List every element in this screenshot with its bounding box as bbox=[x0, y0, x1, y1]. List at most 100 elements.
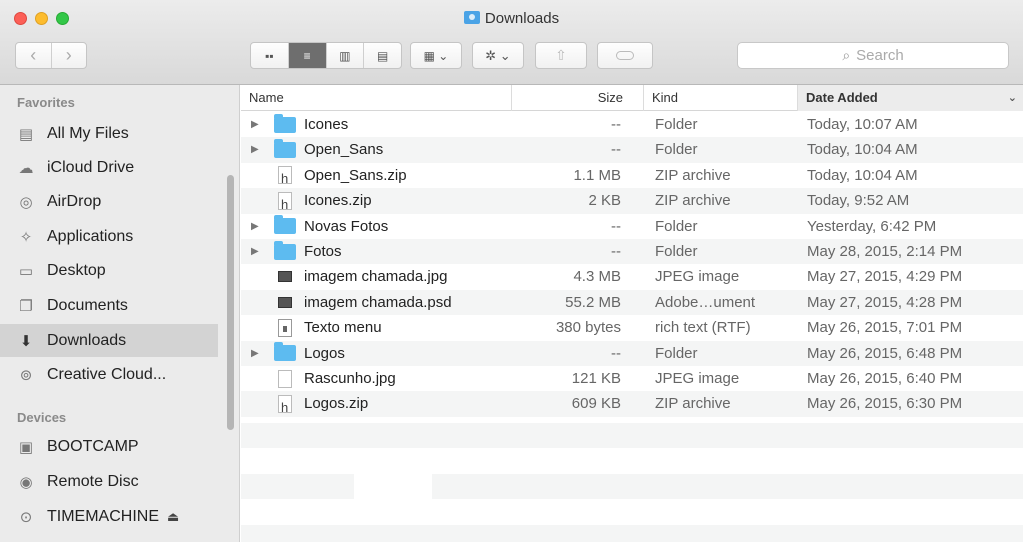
sidebar-item-label: All My Files bbox=[47, 124, 129, 142]
disclosure-triangle-icon bbox=[251, 188, 263, 213]
column-header-date-label: Date Added bbox=[806, 90, 878, 105]
disclosure-triangle-icon[interactable]: ▶ bbox=[251, 214, 263, 239]
sidebar-item-remote-disc[interactable]: ◉ Remote Disc bbox=[0, 465, 218, 498]
file-date-added: Today, 10:07 AM bbox=[807, 116, 918, 133]
file-size: -- bbox=[611, 141, 621, 159]
search-field[interactable]: ⌕ Search bbox=[737, 42, 1009, 69]
image-file-icon-shape bbox=[278, 271, 292, 283]
file-row[interactable]: Open_Sans.zip 1.1 MB ZIP archive Today, 10:… bbox=[241, 163, 1023, 191]
file-size: -- bbox=[611, 344, 621, 362]
folder-icon-shape bbox=[274, 138, 296, 158]
file-kind: JPEG image bbox=[655, 268, 740, 286]
file-kind: Folder bbox=[655, 116, 698, 133]
document-icon bbox=[274, 366, 298, 391]
file-size: -- bbox=[611, 243, 621, 260]
file-row[interactable]: imagem chamada.psd 55.2 MB Adobe…ument May … bbox=[241, 289, 1023, 316]
sidebar-item-label: AirDrop bbox=[47, 192, 102, 210]
sidebar-item-label: BOOTCAMP bbox=[47, 437, 139, 455]
file-kind: ZIP archive bbox=[655, 395, 731, 413]
back-button[interactable]: ‹ bbox=[16, 43, 51, 68]
file-name: Icones.zip bbox=[304, 192, 372, 210]
file-row[interactable]: imagem chamada.jpg 4.3 MB JPEG image May 27… bbox=[241, 264, 1023, 289]
sidebar: Favorites ▤ All My Files ☁ iCloud Drive … bbox=[0, 85, 240, 542]
disclosure-triangle-icon[interactable]: ▶ bbox=[251, 341, 263, 366]
file-row[interactable]: Icones.zip 2 KB ZIP archive Today, 9:52 AM bbox=[241, 188, 1023, 217]
sidebar-item-label: Documents bbox=[47, 296, 128, 314]
action-gear-button[interactable]: ✲ ⌄ bbox=[472, 42, 524, 69]
window-toolbar: Downloads ‹ › ▪▪ ≡ ▥ ▤ ▦ ⌄ ✲ ⌄ ⇧ ⌕ Searc… bbox=[0, 0, 1023, 85]
tag-button[interactable] bbox=[597, 42, 653, 69]
sidebar-item-downloads[interactable]: ⬇ Downloads bbox=[0, 324, 218, 357]
disclosure-triangle-icon[interactable]: ▶ bbox=[251, 112, 263, 137]
all-files-icon: ▤ bbox=[18, 125, 34, 143]
sidebar-item-label: Downloads bbox=[47, 331, 127, 349]
file-row[interactable]: ▶ Fotos -- Folder May 28, 2015, 2:14 PM bbox=[241, 239, 1023, 265]
file-date-added: May 26, 2015, 6:30 PM bbox=[807, 395, 963, 413]
file-date-added: May 27, 2015, 4:29 PM bbox=[807, 268, 963, 286]
window-title-text: Downloads bbox=[484, 10, 560, 27]
sidebar-item-timemachine[interactable]: ⊙ TIMEMACHINE ⏏ bbox=[0, 500, 218, 533]
disclosure-triangle-icon bbox=[251, 163, 263, 188]
file-kind: Folder bbox=[655, 141, 698, 159]
column-view-button[interactable]: ▥ bbox=[325, 43, 364, 68]
file-row[interactable]: ▶ Logos -- Folder May 26, 2015, 6:48 PM bbox=[241, 340, 1023, 366]
column-header-kind[interactable]: Kind bbox=[643, 85, 797, 111]
file-date-added: May 26, 2015, 7:01 PM bbox=[807, 319, 963, 337]
arrange-button[interactable]: ▦ ⌄ bbox=[410, 42, 462, 69]
zip-file-icon-shape bbox=[278, 166, 292, 191]
column-header-name[interactable]: Name bbox=[241, 85, 511, 111]
disclosure-triangle-icon bbox=[251, 264, 263, 289]
file-name: Open_Sans bbox=[304, 141, 384, 159]
file-size: 2 KB bbox=[588, 192, 621, 210]
search-icon: ⌕ bbox=[842, 47, 851, 63]
sidebar-item-bootcamp[interactable]: ▣ BOOTCAMP bbox=[0, 430, 218, 463]
file-kind: Folder bbox=[655, 243, 698, 260]
file-kind: Folder bbox=[655, 344, 698, 362]
file-row[interactable]: Texto menu 380 bytes rich text (RTF) May 26… bbox=[241, 315, 1023, 340]
cover-flow-button[interactable]: ▤ bbox=[363, 43, 401, 68]
column-header-size[interactable]: Size bbox=[511, 85, 643, 111]
folder-icon-shape bbox=[274, 215, 296, 235]
disclosure-triangle-icon[interactable]: ▶ bbox=[251, 137, 263, 162]
sidebar-item-icloud-drive[interactable]: ☁ iCloud Drive bbox=[0, 151, 218, 184]
file-row[interactable]: ▶ Novas Fotos -- Folder Yesterday, 6:42 PM bbox=[241, 214, 1023, 239]
file-row[interactable]: Logos.zip 609 KB ZIP archive May 26, 2015, … bbox=[241, 391, 1023, 420]
file-date-added: May 27, 2015, 4:28 PM bbox=[807, 293, 963, 311]
sidebar-heading-favorites: Favorites bbox=[17, 95, 75, 110]
zip-file-icon-shape bbox=[278, 191, 292, 217]
file-name: Open_Sans.zip bbox=[304, 166, 407, 184]
file-size: -- bbox=[611, 217, 621, 235]
file-row[interactable]: ▶ Icones -- Folder Today, 10:07 AM bbox=[241, 112, 1023, 137]
eject-icon[interactable]: ⏏ bbox=[167, 509, 179, 525]
file-name: Logos.zip bbox=[304, 395, 369, 413]
file-date-added: Today, 10:04 AM bbox=[807, 141, 918, 159]
list-view-button[interactable]: ≡ bbox=[287, 43, 326, 68]
sidebar-scrollbar[interactable] bbox=[227, 175, 234, 430]
file-name: Icones bbox=[304, 116, 349, 133]
file-row[interactable]: ▶ Open_Sans -- Folder Today, 10:04 AM bbox=[241, 137, 1023, 163]
file-date-added: May 28, 2015, 2:14 PM bbox=[807, 243, 963, 260]
icon-view-button[interactable]: ▪▪ bbox=[251, 43, 288, 68]
sidebar-item-desktop[interactable]: ▭ Desktop bbox=[0, 254, 218, 287]
forward-button[interactable]: › bbox=[50, 43, 87, 68]
sidebar-item-applications[interactable]: ✧ Applications bbox=[0, 220, 218, 253]
folder-icon bbox=[274, 112, 298, 137]
folder-icon bbox=[274, 239, 298, 264]
sidebar-item-all-my-files[interactable]: ▤ All My Files bbox=[0, 117, 218, 150]
sidebar-item-airdrop[interactable]: ◎ AirDrop bbox=[0, 185, 218, 218]
sidebar-item-label: Remote Disc bbox=[47, 472, 139, 490]
file-row[interactable]: Rascunho.jpg 121 KB JPEG image May 26, 2015… bbox=[241, 366, 1023, 391]
image-file-icon bbox=[274, 264, 298, 289]
sidebar-item-documents[interactable]: ❐ Documents bbox=[0, 289, 218, 322]
file-kind: ZIP archive bbox=[655, 166, 731, 184]
share-button[interactable]: ⇧ bbox=[535, 42, 587, 69]
time-machine-icon: ⊙ bbox=[19, 508, 33, 526]
image-file-icon bbox=[274, 290, 298, 315]
sidebar-item-creative-cloud[interactable]: ⊚ Creative Cloud... bbox=[0, 358, 218, 391]
file-kind: JPEG image bbox=[655, 370, 740, 387]
disclosure-triangle-icon[interactable]: ▶ bbox=[251, 239, 263, 264]
hard-drive-icon: ▣ bbox=[18, 438, 34, 456]
airdrop-icon: ◎ bbox=[19, 193, 33, 211]
column-header-date-added[interactable]: Date Added ⌄ bbox=[797, 85, 1023, 111]
file-kind: rich text (RTF) bbox=[655, 319, 751, 337]
